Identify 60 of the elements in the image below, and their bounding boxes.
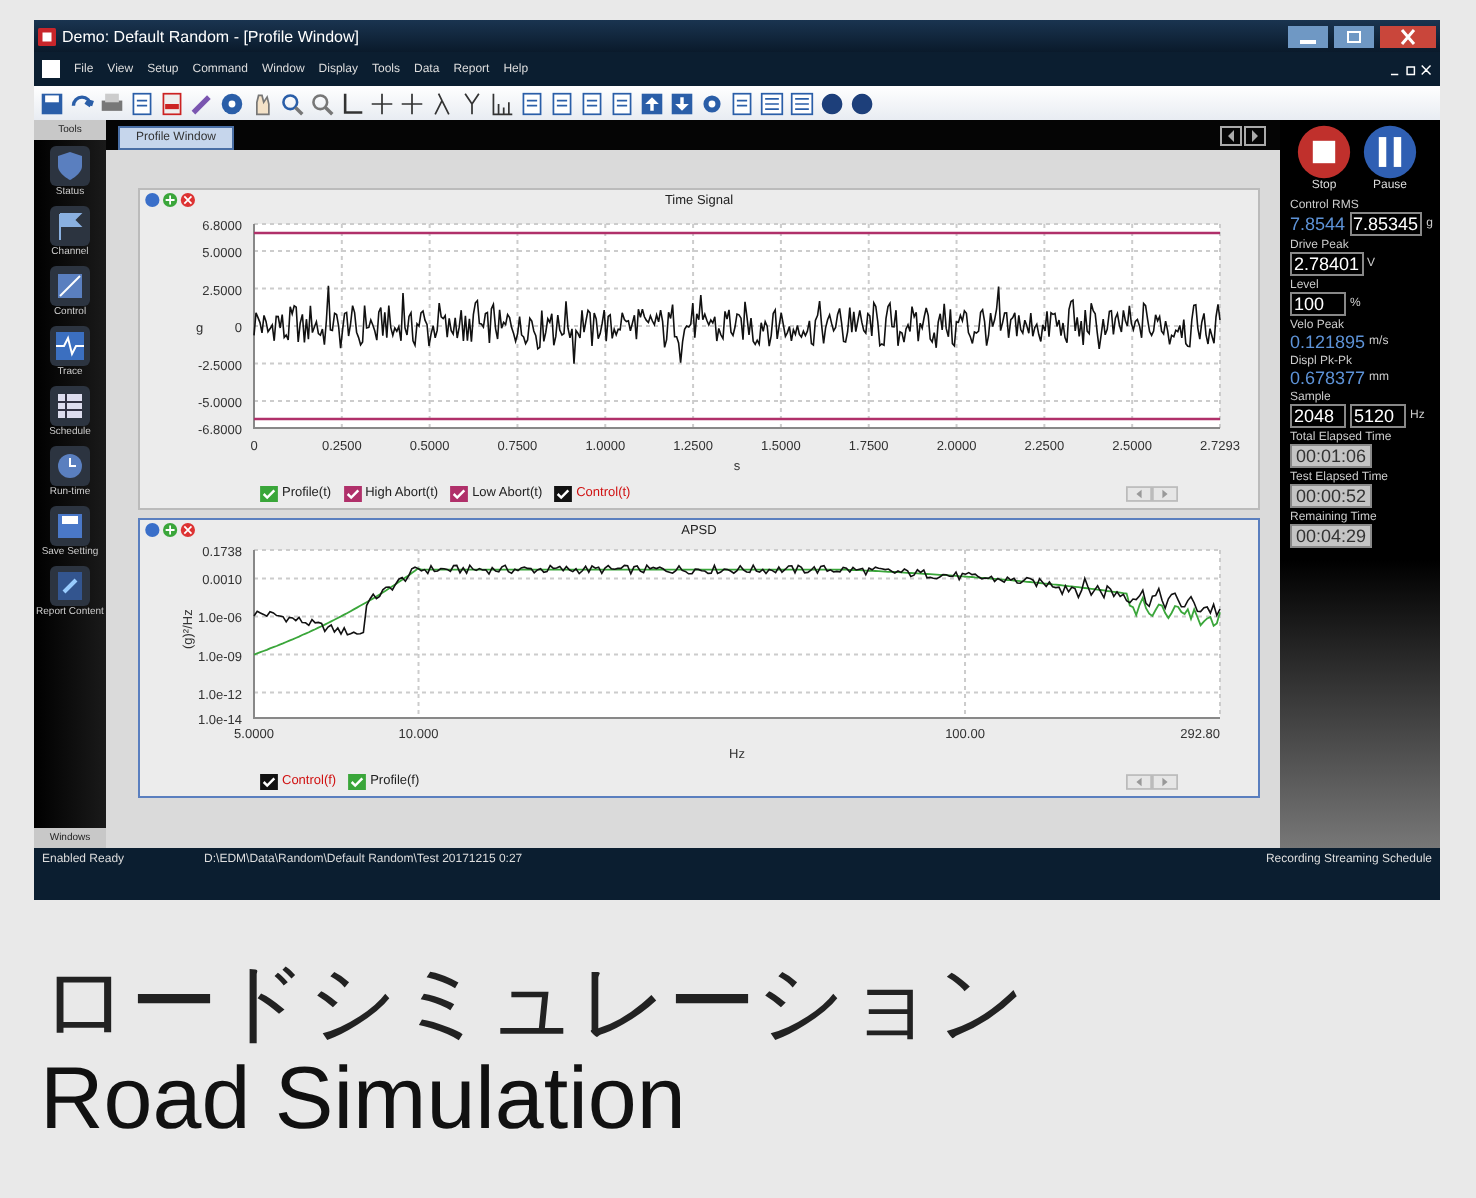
readout-field: 00:04:29	[1290, 524, 1373, 548]
dot-icon[interactable]	[850, 91, 874, 115]
doc-icon[interactable]	[130, 91, 154, 115]
pdf-icon[interactable]	[160, 91, 184, 115]
restore-button[interactable]	[1334, 25, 1374, 47]
list-icon[interactable]	[790, 91, 814, 115]
cross-icon[interactable]	[370, 91, 394, 115]
doc-icon[interactable]	[520, 91, 544, 115]
zoomin-icon[interactable]	[280, 91, 304, 115]
chart-buttons-icon[interactable]	[144, 522, 198, 538]
close-button[interactable]	[1380, 25, 1436, 47]
readout-field: 00:00:52	[1290, 484, 1373, 508]
clock-icon	[50, 446, 90, 486]
pulse-icon	[50, 326, 90, 366]
ychar-icon[interactable]	[460, 91, 484, 115]
list-icon[interactable]	[760, 91, 784, 115]
chart-buttons-icon[interactable]	[144, 192, 198, 208]
up-icon[interactable]	[640, 91, 664, 115]
doc-icon[interactable]	[550, 91, 574, 115]
legend-checkbox[interactable]	[554, 485, 573, 501]
document-icon	[50, 566, 90, 606]
flag-icon	[50, 206, 90, 246]
legend-checkbox[interactable]	[348, 773, 367, 789]
hand-icon[interactable]	[250, 91, 274, 115]
pause-icon	[1362, 124, 1418, 180]
cross-icon[interactable]	[400, 91, 424, 115]
lambda-icon[interactable]	[430, 91, 454, 115]
down-icon[interactable]	[670, 91, 694, 115]
readout-field: 2.78401	[1290, 252, 1364, 276]
floppy-icon	[50, 506, 90, 546]
readout-field: 7.85345	[1349, 212, 1423, 236]
app-logo-icon	[38, 27, 56, 45]
doc-icon[interactable]	[730, 91, 754, 115]
grid-icon	[50, 386, 90, 426]
readout-value: 7.8544	[1290, 214, 1346, 234]
readout-field: 2048	[1290, 404, 1346, 428]
window-title: Demo: Default Random - [Profile Window]	[62, 27, 359, 45]
bars-icon[interactable]	[490, 91, 514, 115]
zoomout-icon[interactable]	[310, 91, 334, 115]
chart-icon	[50, 266, 90, 306]
tab-scroll-arrows-icon[interactable]	[1220, 126, 1268, 146]
caption-english: Road Simulation	[40, 1052, 688, 1150]
shield-icon	[50, 146, 90, 186]
legend-checkbox[interactable]	[260, 485, 278, 501]
readout-value: 0.678377	[1290, 368, 1366, 388]
window-controls-icon[interactable]	[1388, 63, 1432, 75]
printer-icon[interactable]	[100, 91, 124, 115]
legend-checkbox[interactable]	[450, 485, 469, 501]
caption-japanese: ロードシミュレーション	[40, 956, 1028, 1053]
readout-field: 00:01:06	[1290, 444, 1373, 468]
minimize-button[interactable]	[1288, 25, 1328, 47]
readout-field: 100	[1290, 292, 1346, 316]
readout-field: 5120	[1350, 404, 1406, 428]
floppy-icon[interactable]	[40, 91, 64, 115]
dot-icon[interactable]	[820, 91, 844, 115]
legend-checkbox[interactable]	[260, 773, 278, 789]
stop-icon	[1296, 124, 1352, 180]
readout-value: 0.121895	[1290, 332, 1366, 352]
legend-checkbox[interactable]	[343, 485, 362, 501]
document-icon	[42, 60, 60, 78]
